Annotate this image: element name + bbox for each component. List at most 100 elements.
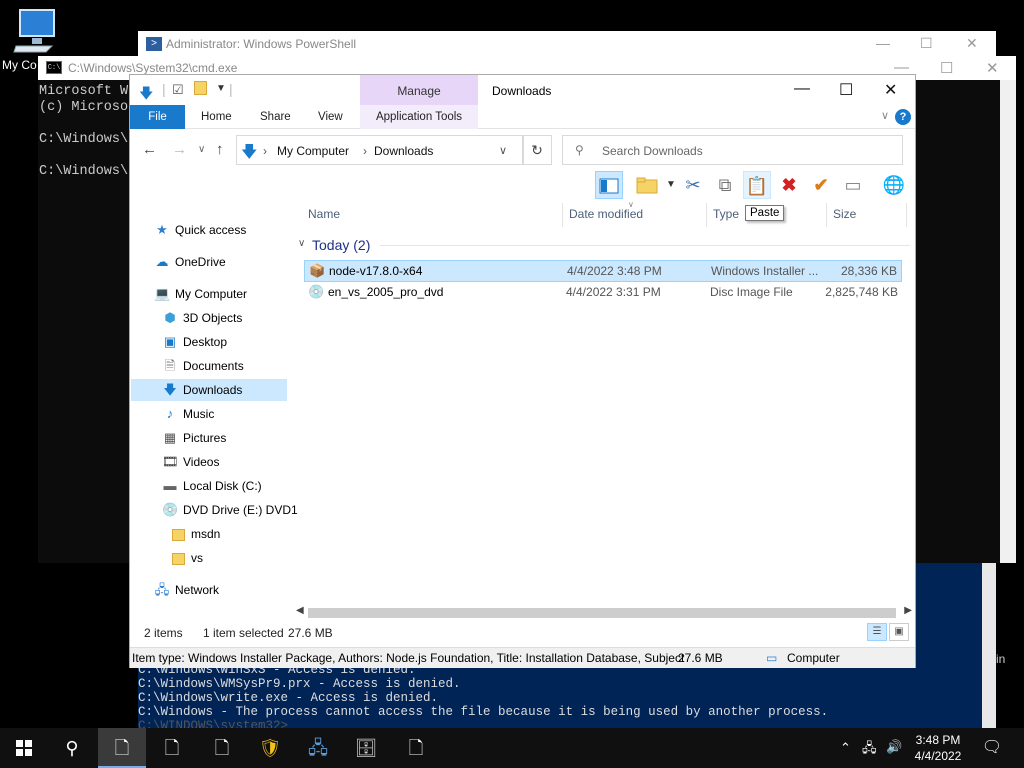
film-icon: 🎞 bbox=[162, 454, 179, 469]
delete-icon[interactable]: ✖ bbox=[775, 171, 803, 199]
globe-icon[interactable]: 🌐 bbox=[880, 171, 908, 199]
address-bar[interactable]: 🡇 › My Computer › Downloads ∨ bbox=[236, 135, 524, 165]
recent-locations-icon[interactable]: ∨ bbox=[198, 144, 205, 155]
checkmark-icon[interactable]: ✔ bbox=[807, 171, 835, 199]
horizontal-scrollbar[interactable]: ◀ ▶ bbox=[294, 605, 914, 621]
volume-icon[interactable]: 🔊 bbox=[886, 739, 902, 755]
nav-dvd-drive[interactable]: 💿 DVD Drive (E:) DVD1 bbox=[162, 499, 298, 521]
nav-documents[interactable]: 🗎 Documents bbox=[162, 355, 244, 377]
column-type[interactable]: Type bbox=[713, 207, 739, 221]
tab-application-tools[interactable]: Application Tools bbox=[360, 105, 478, 129]
tab-manage[interactable]: Manage bbox=[360, 75, 478, 105]
minimize-button[interactable]: — bbox=[876, 35, 890, 51]
new-folder-icon[interactable] bbox=[194, 81, 207, 95]
nav-onedrive[interactable]: ☁ OneDrive bbox=[154, 251, 226, 273]
nav-my-computer[interactable]: 💻 My Computer bbox=[154, 283, 247, 305]
scroll-left-icon[interactable]: ◀ bbox=[296, 605, 304, 616]
nav-downloads[interactable]: 🡇 Downloads bbox=[131, 379, 287, 401]
explorer-titlebar[interactable]: 🡇 | ☑ ▼ | Manage Downloads — ☐ ✕ bbox=[130, 75, 915, 105]
item-size: 27.6 MB bbox=[678, 651, 723, 665]
column-headers: Name Date modified ∨ Type Size bbox=[298, 200, 908, 227]
rename-icon[interactable]: ▭ bbox=[839, 171, 867, 199]
large-icons-view-button[interactable]: ▣ bbox=[889, 623, 909, 641]
network-icon: 🖧 bbox=[307, 738, 329, 758]
scroll-right-icon[interactable]: ▶ bbox=[904, 605, 912, 616]
nav-network[interactable]: 🖧 Network bbox=[154, 579, 219, 601]
help-icon[interactable]: ? bbox=[895, 109, 911, 125]
drive-icon: ▬ bbox=[163, 478, 177, 493]
column-separator[interactable] bbox=[826, 203, 827, 227]
start-button[interactable] bbox=[0, 728, 48, 768]
close-button[interactable]: ✕ bbox=[986, 59, 999, 77]
notifications-button[interactable]: 🗨 bbox=[968, 728, 1016, 768]
item-count: 2 items bbox=[144, 626, 183, 640]
nav-folder-vs[interactable]: vs bbox=[170, 547, 203, 569]
column-separator[interactable] bbox=[906, 203, 907, 227]
chevron-right-icon[interactable]: › bbox=[263, 144, 267, 158]
tab-home[interactable]: Home bbox=[201, 105, 232, 129]
taskbar-app-security[interactable]: 🛡 bbox=[246, 728, 294, 768]
close-button[interactable]: ✕ bbox=[966, 35, 978, 52]
customize-quick-access-icon[interactable]: ▼ bbox=[216, 83, 226, 94]
file-explorer-window[interactable]: 🡇 | ☑ ▼ | Manage Downloads — ☐ ✕ File Ho… bbox=[129, 74, 916, 668]
show-hidden-icons-icon[interactable]: ⌃ bbox=[840, 740, 851, 756]
search-box[interactable]: ⚲ Search Downloads bbox=[562, 135, 903, 165]
copy-icon[interactable]: ⧉ bbox=[711, 171, 739, 199]
close-button[interactable]: ✕ bbox=[884, 80, 897, 100]
column-size[interactable]: Size bbox=[833, 207, 856, 221]
search-placeholder[interactable]: Search Downloads bbox=[602, 144, 703, 158]
collapse-group-icon[interactable]: ∨ bbox=[298, 238, 305, 249]
nav-desktop[interactable]: ▣ Desktop bbox=[162, 331, 227, 353]
taskbar-app[interactable]: 🗋 bbox=[148, 728, 196, 768]
column-separator[interactable] bbox=[562, 203, 563, 227]
cmd-scrollbar[interactable] bbox=[1000, 80, 1016, 563]
refresh-button[interactable]: ↻ bbox=[522, 135, 552, 165]
column-name[interactable]: Name bbox=[308, 207, 340, 221]
nav-quick-access[interactable]: ★ Quick access bbox=[154, 219, 246, 241]
nav-local-disk[interactable]: ▬ Local Disk (C:) bbox=[162, 475, 262, 497]
divider: | bbox=[229, 81, 233, 97]
file-row[interactable]: 💿 en_vs_2005_pro_dvd 4/4/2022 3:31 PM Di… bbox=[304, 282, 902, 304]
back-button[interactable]: ← bbox=[142, 141, 157, 158]
minimize-button[interactable]: — bbox=[794, 80, 810, 98]
search-button[interactable]: ⚲ bbox=[48, 728, 96, 768]
properties-icon[interactable]: ☑ bbox=[172, 82, 184, 98]
tab-view[interactable]: View bbox=[318, 105, 343, 129]
preview-pane-button[interactable] bbox=[595, 171, 623, 199]
column-date-modified[interactable]: Date modified bbox=[569, 207, 643, 221]
up-button[interactable]: ↑ bbox=[216, 141, 224, 158]
nav-3d-objects[interactable]: ⬢ 3D Objects bbox=[162, 307, 242, 329]
nav-videos[interactable]: 🎞 Videos bbox=[162, 451, 219, 473]
cut-icon[interactable]: ✂ bbox=[679, 171, 707, 199]
powershell-titlebar[interactable]: > Administrator: Windows PowerShell — ☐ … bbox=[138, 31, 996, 57]
file-row[interactable]: 📦 node-v17.8.0-x64 4/4/2022 3:48 PM Wind… bbox=[304, 260, 902, 282]
maximize-button[interactable]: ☐ bbox=[839, 80, 853, 100]
breadcrumb-my-computer[interactable]: My Computer bbox=[277, 144, 349, 158]
nav-pictures[interactable]: ▦ Pictures bbox=[162, 427, 227, 449]
column-separator[interactable] bbox=[706, 203, 707, 227]
powershell-scrollbar[interactable] bbox=[982, 561, 996, 729]
network-icon[interactable]: 🖧 bbox=[862, 739, 877, 761]
file-size: 2,825,748 KB bbox=[825, 285, 898, 299]
tab-share[interactable]: Share bbox=[260, 105, 291, 129]
details-view-button[interactable]: ☰ bbox=[867, 623, 887, 641]
paste-icon[interactable]: 📋 bbox=[743, 171, 771, 199]
clock[interactable]: 3:48 PM 4/4/2022 bbox=[908, 732, 968, 764]
nav-folder-msdn[interactable]: msdn bbox=[170, 523, 220, 545]
taskbar-app-network[interactable]: 🖧 bbox=[294, 728, 342, 768]
maximize-button[interactable]: ☐ bbox=[920, 35, 933, 52]
group-header-today[interactable]: ∨ Today (2) bbox=[298, 235, 910, 257]
breadcrumb-downloads[interactable]: Downloads bbox=[374, 144, 433, 158]
taskbar-app-explorer[interactable]: 🗋 bbox=[98, 728, 146, 768]
scroll-thumb[interactable] bbox=[308, 608, 896, 618]
forward-button[interactable]: → bbox=[172, 141, 187, 158]
maximize-button[interactable]: ☐ bbox=[940, 59, 953, 77]
taskbar-app-server[interactable]: 🗄 bbox=[342, 728, 390, 768]
tab-file[interactable]: File bbox=[130, 105, 185, 129]
nav-music[interactable]: ♪ Music bbox=[162, 403, 215, 425]
address-dropdown-icon[interactable]: ∨ bbox=[499, 144, 507, 157]
taskbar-app[interactable]: 🗋 bbox=[198, 728, 246, 768]
taskbar-app[interactable]: 🗋 bbox=[392, 728, 440, 768]
expand-ribbon-icon[interactable]: ∨ bbox=[881, 109, 889, 122]
chevron-right-icon[interactable]: › bbox=[363, 144, 367, 158]
